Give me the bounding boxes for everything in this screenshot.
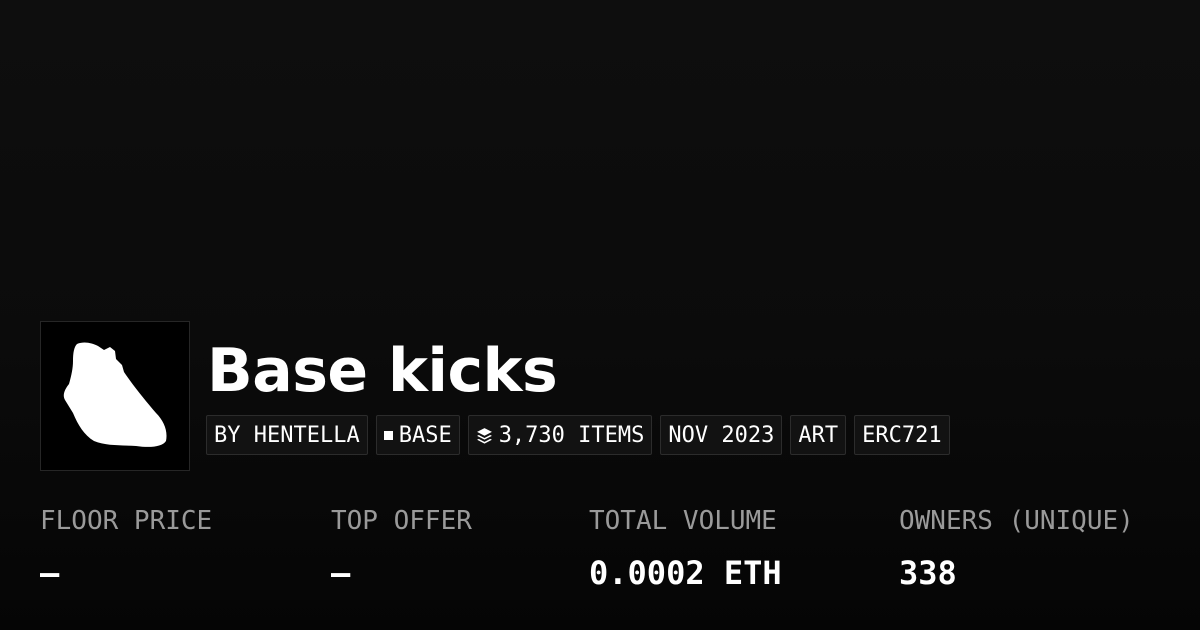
top-offer-value: — <box>331 554 351 592</box>
floor-price-stat: FLOOR PRICE — <box>40 503 212 593</box>
category-tag[interactable]: ART <box>790 415 847 455</box>
items-label: 3,730 ITEMS <box>498 422 645 448</box>
creator-label: BY HENTELLA <box>214 422 360 448</box>
category-label: ART <box>798 422 839 448</box>
top-offer-stat: TOP OFFER — <box>331 503 472 593</box>
date-tag: NOV 2023 <box>660 415 783 455</box>
floor-price-label: FLOOR PRICE <box>40 506 213 536</box>
top-offer-label: TOP OFFER <box>331 506 472 536</box>
standard-tag: ERC721 <box>854 415 950 455</box>
owners-label: OWNERS (UNIQUE) <box>899 506 1134 536</box>
chain-tag[interactable]: BASE <box>375 415 460 455</box>
date-label: NOV 2023 <box>668 422 775 448</box>
owners-stat: OWNERS (UNIQUE) 338 <box>899 503 1134 593</box>
layers-icon <box>476 427 492 444</box>
total-volume-stat: TOTAL VOLUME 0.0002 ETH <box>589 503 782 593</box>
floor-price-value: — <box>40 554 60 592</box>
collection-tags: BY HENTELLA BASE 3,730 ITEMS NOV 2023 AR… <box>206 415 950 455</box>
sneaker-icon <box>63 342 167 447</box>
total-volume-value: 0.0002 ETH <box>589 554 782 592</box>
items-tag: 3,730 ITEMS <box>467 415 653 455</box>
collection-image <box>40 321 190 471</box>
total-volume-label: TOTAL VOLUME <box>589 506 777 536</box>
creator-tag[interactable]: BY HENTELLA <box>206 415 368 455</box>
standard-label: ERC721 <box>862 422 942 448</box>
chain-label: BASE <box>398 422 452 448</box>
collection-title: Base kicks <box>207 336 558 406</box>
square-icon <box>383 430 393 440</box>
owners-value: 338 <box>899 554 957 592</box>
